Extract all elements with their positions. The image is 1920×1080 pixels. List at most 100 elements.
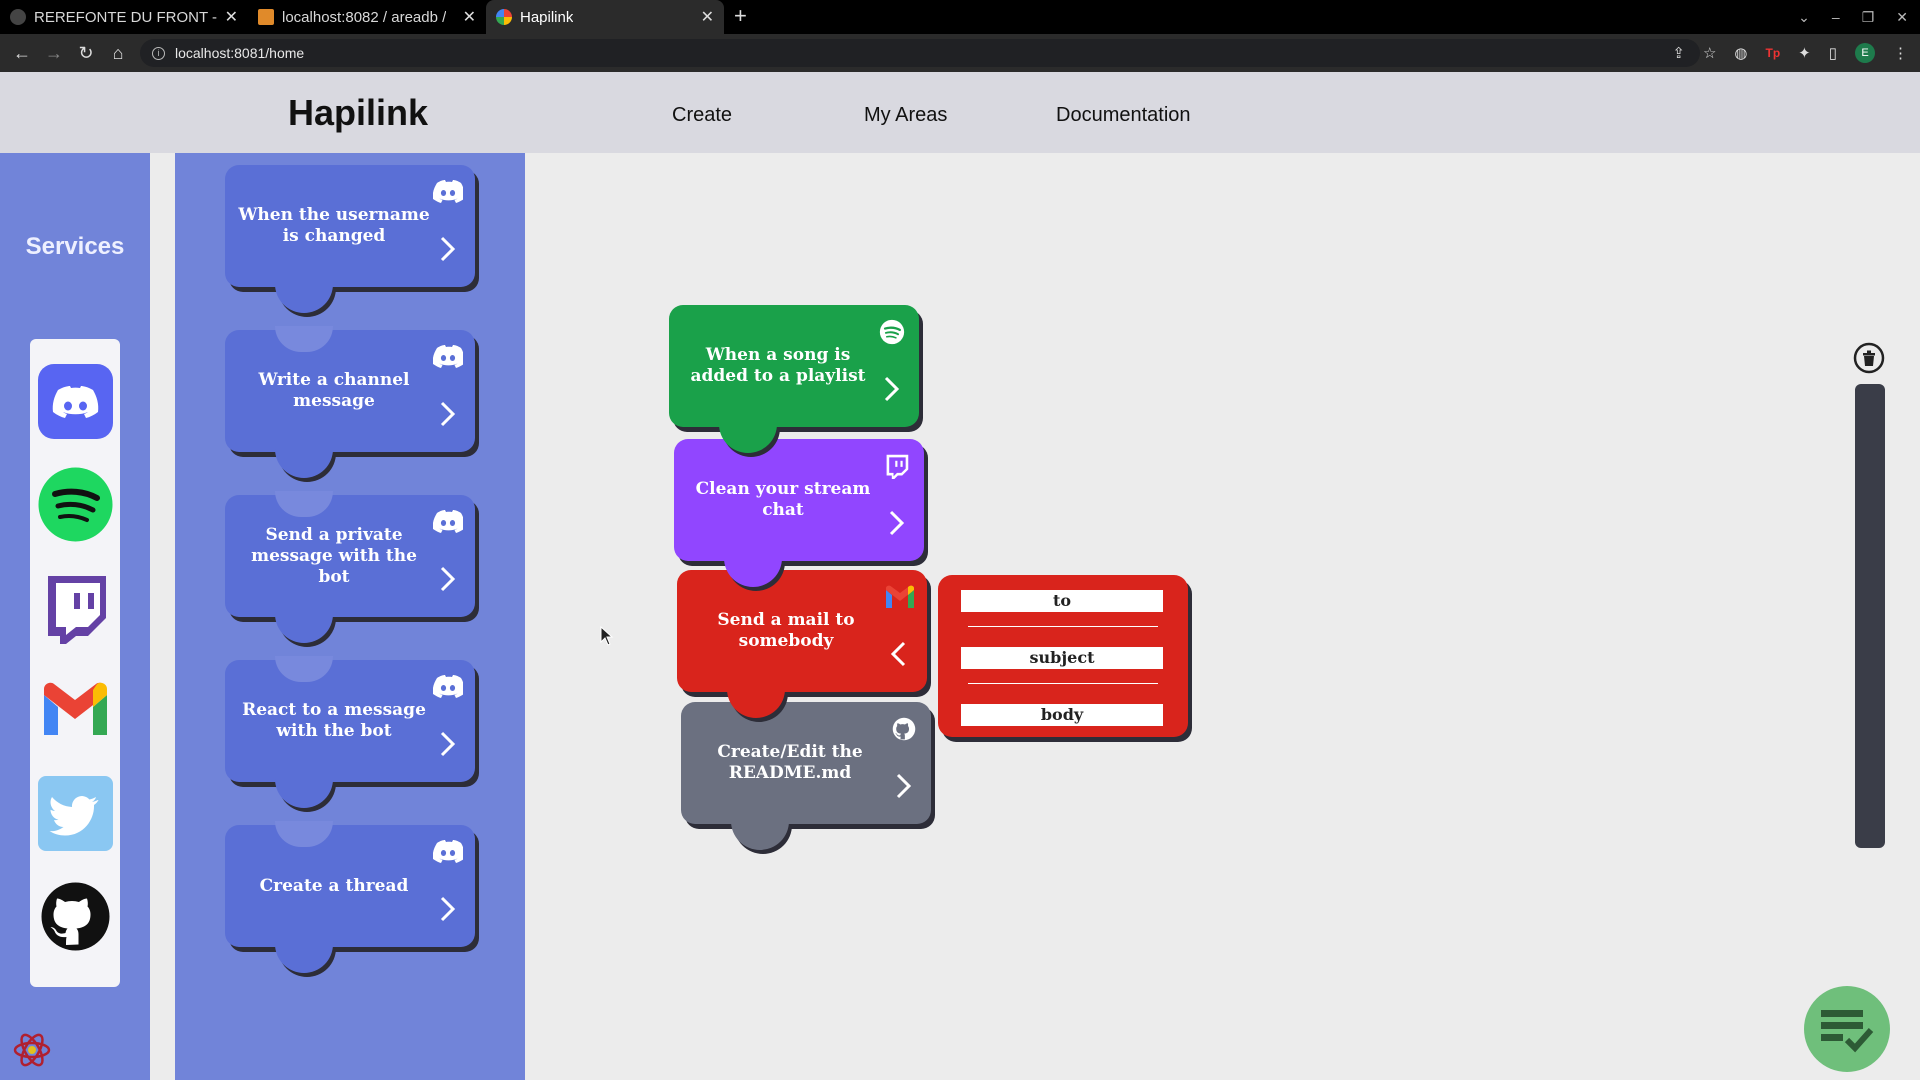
google-icon: [496, 9, 512, 25]
workspace-block-spotify[interactable]: When a song is added to a playlist: [669, 305, 919, 453]
nav-my-areas[interactable]: My Areas: [864, 104, 947, 127]
reload-icon[interactable]: ↻: [70, 43, 102, 64]
close-icon[interactable]: ✕: [463, 7, 476, 27]
menu-icon[interactable]: ⋮: [1893, 44, 1908, 62]
browser-toolbar: ← → ↻ ⌂ i localhost:8081/home ⇪ ☆ ◍ Tp ✦…: [0, 34, 1920, 72]
block-label: Create/Edit the README.md: [717, 742, 863, 783]
block-label: React to a message with the bot: [242, 700, 426, 741]
chevron-right-icon[interactable]: [893, 772, 913, 800]
divider: [968, 626, 1158, 627]
github-icon[interactable]: [38, 879, 113, 954]
new-tab-button[interactable]: +: [734, 0, 747, 34]
block-label: Write a channel message: [258, 370, 410, 411]
action-block[interactable]: React to a message with the bot: [225, 656, 475, 808]
discord-icon: [433, 510, 463, 533]
close-icon[interactable]: ✕: [225, 7, 238, 27]
action-block[interactable]: Create a thread: [225, 821, 475, 973]
param-subject-field[interactable]: subject: [961, 647, 1163, 669]
twitch-icon[interactable]: [38, 570, 113, 645]
mouse-cursor: [600, 625, 614, 646]
browser-tab-active[interactable]: Hapilink ✕: [486, 0, 724, 34]
workspace-block-gmail[interactable]: Send a mail to somebody: [677, 570, 927, 718]
block-label: Clean your stream chat: [695, 479, 871, 520]
chevron-right-icon[interactable]: [886, 509, 906, 537]
chevron-right-icon[interactable]: [437, 895, 457, 923]
param-to-field[interactable]: to: [961, 590, 1163, 612]
spotify-icon[interactable]: [38, 467, 113, 542]
workspace-block-github[interactable]: Create/Edit the README.md: [681, 702, 931, 850]
avatar[interactable]: E: [1855, 43, 1875, 63]
close-icon[interactable]: ✕: [701, 7, 714, 27]
tab-search-icon[interactable]: ⌄: [1798, 9, 1810, 26]
gmail-icon[interactable]: [38, 673, 113, 748]
services-title: Services: [25, 233, 125, 260]
minimize-icon[interactable]: –: [1832, 9, 1840, 25]
validate-button[interactable]: [1804, 986, 1890, 1072]
block-notch: [275, 656, 333, 682]
block-label: When a song is added to a playlist: [690, 345, 866, 386]
window-controls: ⌄ – ❐ ✕: [1798, 0, 1908, 34]
chevron-right-icon[interactable]: [437, 400, 457, 428]
home-icon[interactable]: ⌂: [102, 43, 134, 64]
url-text: localhost:8081/home: [175, 45, 305, 61]
phpmyadmin-icon: [258, 9, 274, 25]
brand-logo-text[interactable]: Hapilink: [288, 92, 428, 134]
workspace-scrollbar[interactable]: [1855, 384, 1885, 848]
address-bar[interactable]: i localhost:8081/home: [140, 39, 1700, 67]
tab-title: localhost:8082 / areadb /: [282, 8, 447, 26]
extension-icon[interactable]: ◍: [1734, 44, 1747, 62]
gmail-icon: [886, 585, 914, 608]
browser-tab[interactable]: REREFONTE DU FRONT - ✕: [0, 0, 248, 34]
close-window-icon[interactable]: ✕: [1896, 9, 1908, 26]
discord-icon: [433, 345, 463, 368]
mail-params-panel: to subject body: [938, 575, 1188, 737]
param-body-field[interactable]: body: [961, 704, 1163, 726]
services-sidebar: Services: [0, 153, 150, 1080]
sidepanel-icon[interactable]: ▯: [1829, 44, 1837, 62]
back-icon[interactable]: ←: [6, 43, 38, 64]
action-block[interactable]: When the username is changed: [225, 165, 475, 313]
checklist-icon: [1821, 1010, 1874, 1053]
forward-icon[interactable]: →: [38, 43, 70, 64]
share-icon[interactable]: ⇪: [1672, 44, 1685, 62]
bookmark-star-icon[interactable]: ☆: [1703, 44, 1716, 62]
extension-icon[interactable]: Tp: [1765, 46, 1780, 60]
nav-create[interactable]: Create: [672, 104, 732, 127]
sidebar-divider: [150, 153, 175, 1080]
discord-icon: [433, 675, 463, 698]
browser-tab-bar: REREFONTE DU FRONT - ✕ localhost:8082 / …: [0, 0, 1920, 34]
chevron-right-icon[interactable]: [437, 730, 457, 758]
block-label: Send a mail to somebody: [717, 610, 855, 651]
chevron-left-icon[interactable]: [889, 640, 909, 668]
twitter-icon[interactable]: [38, 776, 113, 851]
nav-documentation[interactable]: Documentation: [1056, 104, 1191, 127]
block-label: Create a thread: [259, 875, 409, 896]
discord-icon[interactable]: [38, 364, 113, 439]
block-notch: [275, 491, 333, 517]
block-label: When the username is changed: [238, 205, 430, 246]
action-block[interactable]: Send a private message with the bot: [225, 491, 475, 643]
chevron-right-icon[interactable]: [881, 375, 901, 403]
restore-icon[interactable]: ❐: [1862, 9, 1875, 26]
info-icon[interactable]: i: [152, 46, 165, 60]
tab-title: REREFONTE DU FRONT -: [34, 8, 218, 26]
block-notch: [275, 326, 333, 352]
app-header: Hapilink Create My Areas Documentation: [0, 72, 1920, 153]
block-label: Send a private message with the bot: [251, 524, 417, 587]
discord-icon: [433, 840, 463, 863]
puzzle-icon[interactable]: ✦: [1798, 44, 1811, 62]
discord-icon: [433, 180, 463, 203]
twitch-icon: [886, 454, 909, 479]
block-connector: [731, 820, 789, 850]
chevron-right-icon[interactable]: [437, 235, 457, 263]
workspace-block-twitch[interactable]: Clean your stream chat: [674, 439, 924, 587]
react-devtools-icon[interactable]: [12, 1030, 52, 1070]
github-icon: [10, 9, 26, 25]
browser-tab[interactable]: localhost:8082 / areadb / ✕: [248, 0, 486, 34]
services-list: [30, 339, 120, 987]
chevron-right-icon[interactable]: [437, 565, 457, 593]
trash-icon[interactable]: [1853, 342, 1885, 374]
github-icon: [892, 717, 916, 741]
spotify-icon: [879, 319, 905, 345]
action-block[interactable]: Write a channel message: [225, 326, 475, 478]
